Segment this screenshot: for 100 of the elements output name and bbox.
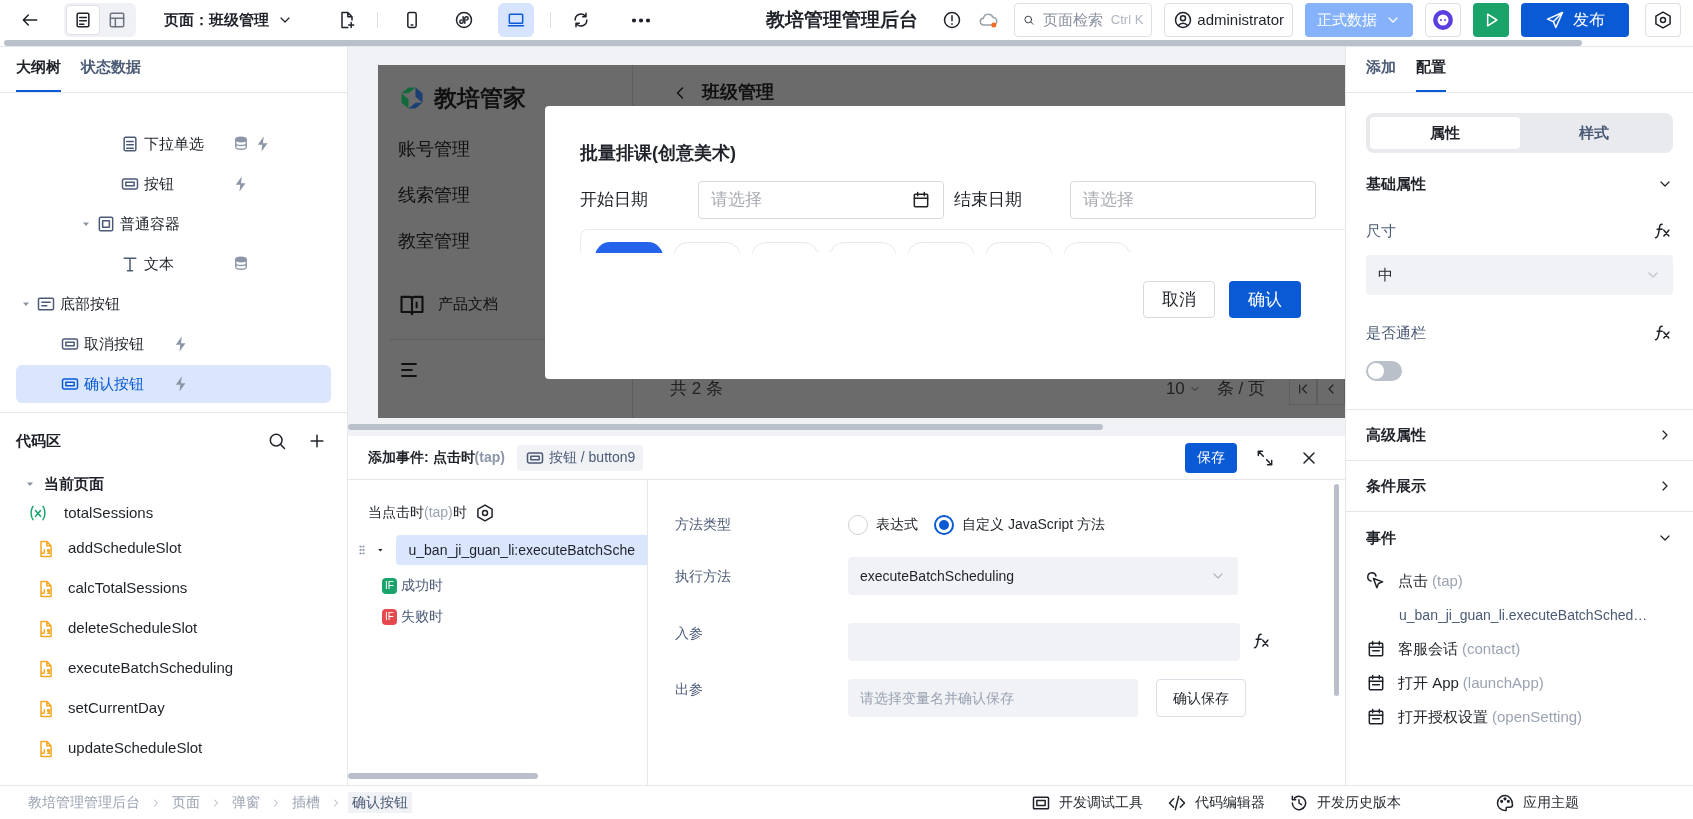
toggle-switch[interactable] [1366,361,1402,381]
tree-item[interactable]: 按钮 [16,165,331,203]
panel-tab[interactable]: 大纲树 [16,55,61,92]
scrollbar[interactable] [4,40,1582,46]
branch-item[interactable]: 失败时 [400,606,443,627]
alert-icon [942,10,963,30]
code-item[interactable]: totalSessions [0,499,347,527]
method-select[interactable]: executeBatchScheduling [848,557,1238,595]
event-item[interactable]: 客服会话 (contact) [1346,632,1693,666]
shortcut-hint: Ctrl K [1110,11,1144,30]
tree-item[interactable]: 文本 [16,245,331,283]
list-icon [120,134,140,154]
section-header[interactable]: 高级属性 [1346,410,1693,461]
field-label: 开始日期 [580,189,649,212]
tree-item[interactable]: 底部按钮 [16,285,331,323]
page-size-label: 条 / 页 [1216,378,1265,401]
event-item[interactable]: 打开 App (launchApp) [1346,666,1693,700]
segment-tab[interactable]: 样式 [1519,117,1669,149]
page-selector[interactable]: 页面：班级管理 [164,8,293,32]
dialog-title: 批量排课(创意美术) [580,142,737,165]
tool-button[interactable]: 开发历史版本 [1289,792,1401,813]
settings-button[interactable] [1645,3,1681,37]
assistant-button[interactable] [1425,3,1461,37]
section-header[interactable]: 条件展示 [1346,461,1693,512]
section-header[interactable]: 基础属性 [1346,155,1693,213]
page-title: 班级管理 [702,81,774,104]
code-item[interactable]: addScheduleSlot [0,530,347,567]
theme-button[interactable]: 应用主题 [1495,792,1579,813]
outline-view-button[interactable] [66,5,100,35]
document-icon [73,10,93,30]
variable-icon [28,503,48,523]
branch-item[interactable]: 成功时 [400,575,443,596]
search-icon [267,431,287,451]
panel-tab[interactable]: 配置 [1416,55,1446,92]
refresh-icon [571,10,591,30]
more-icon [631,17,651,23]
panel-tab[interactable]: 状态数据 [81,55,141,92]
tree-item[interactable]: 确认按钮 [16,365,331,403]
scrollbar[interactable] [348,424,1103,430]
field-label: 执行方法 [675,566,732,586]
section-header[interactable]: 事件 [1346,512,1693,564]
settings-icon [1653,10,1673,30]
event-handler-link[interactable]: u_ban_ji_guan_li.executeBatchSched… [1346,598,1693,632]
scrollbar[interactable] [348,773,538,779]
field-label: 结束日期 [954,189,1023,212]
event-icon [1366,639,1386,659]
action-item[interactable]: u_ban_ji_guan_li:executeBatchSche [396,535,647,565]
panel-tab[interactable]: 添加 [1366,55,1396,92]
confirm-save-button[interactable]: 确认保存 [1156,679,1246,717]
logo-text: 教培管家 [434,84,526,113]
breadcrumb-item[interactable]: 确认按钮 [348,792,412,813]
palette-icon [1495,792,1515,813]
size-select[interactable]: 中 [1366,255,1673,295]
event-item[interactable]: 打开授权设置 (openSetting) [1346,700,1693,734]
desktop-icon [506,10,526,30]
nav-link[interactable]: 产品文档 [438,293,498,316]
total-count: 共 2 条 [670,378,724,401]
save-button[interactable]: 保存 [1185,442,1237,473]
code-item[interactable]: deleteScheduleSlot [0,610,347,647]
code-item[interactable]: updateScheduleSlot [0,730,347,767]
event-item[interactable]: 点击 (tap) [1346,564,1693,598]
run-button[interactable] [1473,3,1509,37]
code-item[interactable]: calcTotalSessions [0,570,347,607]
robot-icon [1431,8,1455,32]
tree-item[interactable]: 取消按钮 [16,325,331,363]
tool-button[interactable]: 代码编辑器 [1167,792,1265,813]
condition-badge: IF [382,608,397,625]
tree-item[interactable]: 下拉单选 [16,125,331,163]
publish-button[interactable]: 发布 [1521,3,1629,37]
scrollbar[interactable] [1334,484,1339,696]
event-icon [1366,673,1386,693]
user-icon [1173,10,1194,30]
radio-button[interactable] [934,514,954,535]
footer-bar-icon [36,294,56,314]
drag-handle-icon [356,542,368,558]
section-title: 代码区 [16,430,62,451]
mini-program-icon [454,10,474,30]
cancel-button[interactable]: 取消 [1143,281,1215,318]
app-title: 教培管理管理后台 [766,7,919,32]
segment-tab[interactable]: 属性 [1370,117,1520,149]
event-icon [1366,707,1386,727]
code-item[interactable]: executeBatchScheduling [0,650,347,687]
container-icon [96,214,116,234]
field-label: 尺寸 [1366,220,1397,241]
confirm-button[interactable]: 确认 [1229,281,1301,318]
trigger-label: 当点击时(tap)时 [368,503,467,522]
field-label: 方法类型 [675,515,732,534]
calendar-icon [911,190,931,210]
user-button[interactable]: administrator [1164,3,1293,37]
pointer-icon [1366,571,1386,591]
radio-option[interactable]: 自定义 JavaScript 方法 [934,514,1106,535]
tool-button[interactable]: 开发调试工具 [1031,792,1143,813]
field-label: 出参 [675,680,704,699]
component-tag: 按钮 / button9 [516,444,644,471]
code-item[interactable]: setCurrentDay [0,690,347,727]
settings-icon [474,502,495,523]
radio-option[interactable]: 表达式 [848,514,918,535]
group-header[interactable]: 当前页面 [0,469,347,499]
field-label: 入参 [675,624,704,643]
tree-item[interactable]: 普通容器 [16,205,331,243]
